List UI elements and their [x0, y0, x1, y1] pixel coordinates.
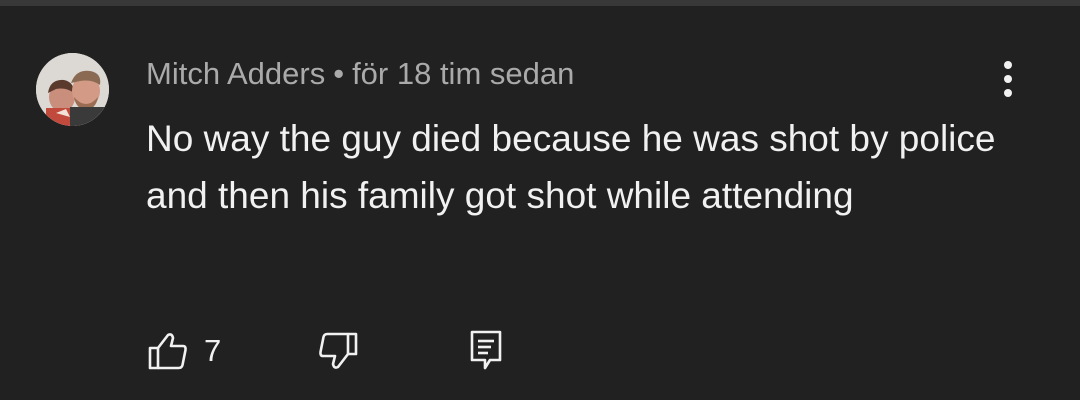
reply-button[interactable] [470, 328, 502, 374]
reply-comment-icon [470, 330, 502, 370]
dislike-button[interactable] [318, 328, 358, 374]
comment-header: Mitch Adders • för 18 tim sedan [146, 55, 574, 93]
like-count: 7 [204, 333, 222, 368]
comment-text: No way the guy died because he was shot … [146, 118, 996, 216]
comment-menu-button[interactable] [990, 54, 1026, 104]
thumbs-down-icon [319, 332, 358, 369]
more-vertical-icon [1004, 61, 1012, 97]
comment-item: Mitch Adders • för 18 tim sedan No way the… [0, 0, 1080, 400]
like-button[interactable]: 7 [148, 328, 221, 374]
avatar[interactable] [36, 53, 109, 126]
thumbs-up-icon [148, 333, 187, 370]
author-name[interactable]: Mitch Adders [146, 56, 325, 91]
timestamp: för 18 tim sedan [352, 56, 575, 91]
avatar-photo [36, 53, 109, 126]
header-separator: • [333, 56, 345, 91]
